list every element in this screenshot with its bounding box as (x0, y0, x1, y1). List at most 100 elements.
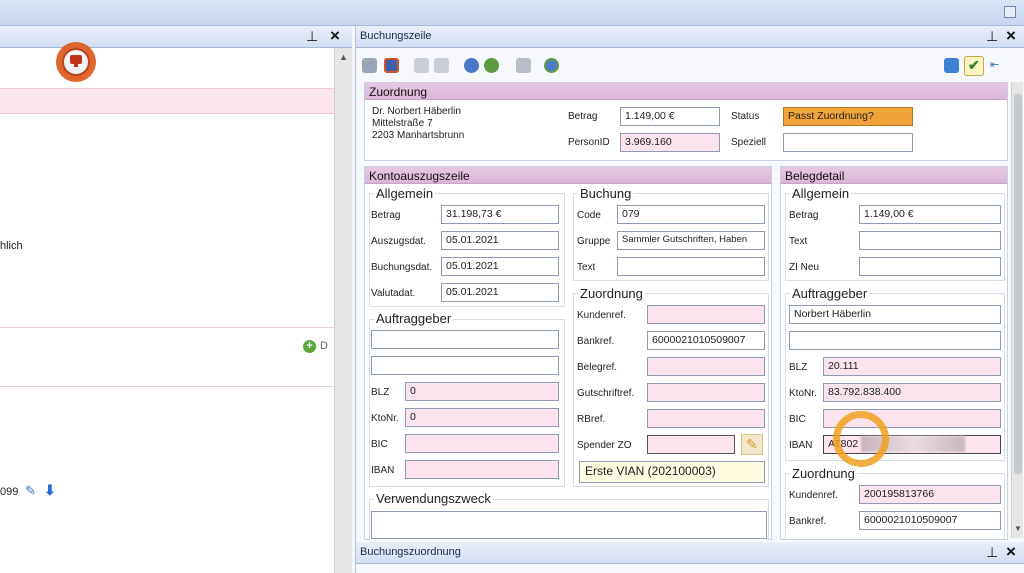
auftraggeber-line2[interactable] (371, 356, 559, 375)
restore-icon[interactable] (1004, 6, 1016, 18)
beleg-betrag-field[interactable]: 1.149,00 € (859, 205, 1001, 224)
edit-pencil-icon[interactable]: ✎ (25, 483, 36, 499)
gutschriftref-field[interactable] (647, 383, 765, 402)
status-field[interactable]: Passt Zuordnung? (783, 107, 913, 126)
code-field[interactable]: 079 (617, 205, 765, 224)
rbref-field[interactable] (647, 409, 765, 428)
save-icon[interactable] (362, 58, 377, 73)
beleg-auftraggeber-name[interactable]: Norbert Häberlin (789, 305, 1001, 324)
close-icon[interactable]: × (1006, 542, 1016, 562)
check-icon[interactable]: ✔ (964, 56, 984, 76)
field-label: Bankref. (789, 516, 827, 527)
gruppe-field[interactable]: Sammler Gutschriften, Haben (617, 231, 765, 250)
field-label: Text (789, 236, 808, 247)
detach-icon[interactable] (434, 58, 449, 73)
buchungsdat-field[interactable]: 05.01.2021 (441, 257, 559, 276)
buchungszuordnung-header: Buchungszuordnung ⊥ × (356, 542, 1024, 564)
beleg-zuordnung-title: Zuordnung (790, 466, 857, 481)
beleg-kundenref-field[interactable]: 200195813766 (859, 485, 1001, 504)
person-add-icon[interactable] (484, 58, 499, 73)
field-label: Code (577, 210, 601, 221)
save-close-icon[interactable] (384, 58, 399, 73)
buchungszeile-header: Buchungszeile ⊥ × (356, 26, 1024, 48)
konto-betrag-field[interactable]: 31.198,73 € (441, 205, 559, 224)
beleg-ktonr-field[interactable]: 83.792.838.400 (823, 383, 1001, 402)
konto-zuordnung-title: Zuordnung (578, 286, 645, 301)
bic-field[interactable] (405, 434, 559, 453)
spender-name-field[interactable]: Erste VIAN (202100003) (579, 461, 765, 483)
address-line: Dr. Norbert Häberlin (372, 106, 461, 117)
allgemein-title: Allgemein (374, 186, 436, 201)
number-fragment: 099 (0, 486, 19, 498)
speziell-field[interactable] (783, 133, 913, 152)
bic-label: BIC (789, 414, 806, 425)
valutadat-field[interactable]: 05.01.2021 (441, 283, 559, 302)
buchungszeile-panel: Buchungszeile ⊥ × ✔ ⇤ Zuordnung Dr. Norb… (355, 26, 1024, 541)
buchungszuordnung-panel: Buchungszuordnung ⊥ × (355, 540, 1024, 573)
buchung-title: Buchung (578, 186, 634, 201)
verwendungszweck-field[interactable] (371, 511, 767, 539)
field-label: Gruppe (577, 236, 611, 247)
iban-field[interactable] (405, 460, 559, 479)
refresh-icon[interactable] (944, 58, 959, 73)
scroll-up-icon[interactable]: ▲ (339, 52, 348, 62)
selected-row[interactable] (0, 88, 334, 114)
pin-icon[interactable]: ⊥ (986, 544, 998, 561)
ktonr-field[interactable]: 0 (405, 408, 559, 427)
status-label: Status (731, 111, 760, 122)
zi-neu-field[interactable] (859, 257, 1001, 276)
field-label: Kundenref. (789, 490, 838, 501)
beleg-text-field[interactable] (859, 231, 1001, 250)
add-icon[interactable]: + (303, 340, 316, 353)
betrag-label: Betrag (568, 111, 598, 122)
betrag-field[interactable]: 1.149,00 € (620, 107, 720, 126)
panel-title: Buchungszuordnung (360, 546, 461, 558)
left-text-fragment: hlich (0, 240, 23, 252)
pencil-button[interactable]: ✎ (741, 434, 763, 455)
kontoauszugszeile-box: Kontoauszugszeile Allgemein Betrag 31.19… (364, 166, 772, 541)
pin-icon[interactable]: ⊥ (306, 28, 318, 45)
beleg-blz-field[interactable]: 20.111 (823, 357, 1001, 376)
beleg-bankref-field[interactable]: 6000021010509007 (859, 511, 1001, 530)
person-icon[interactable] (464, 58, 479, 73)
auftraggeber-title: Auftraggeber (374, 311, 454, 326)
spender-zo-field[interactable] (647, 435, 735, 454)
attach-icon[interactable] (414, 58, 429, 73)
blz-field[interactable]: 0 (405, 382, 559, 401)
collapse-icon[interactable]: ⇤ (990, 58, 999, 71)
belegdetail-box: Belegdetail Allgemein Betrag 1.149,00 € … (780, 166, 1008, 540)
buchung-text-field[interactable] (617, 257, 765, 276)
print-icon[interactable] (516, 58, 531, 73)
scroll-down-icon[interactable]: ▼ (1014, 524, 1022, 533)
bankref-field[interactable]: 6000021010509007 (647, 331, 765, 350)
auszugsdat-field[interactable]: 05.01.2021 (441, 231, 559, 250)
right-scrollbar[interactable]: ▼ (1011, 82, 1023, 538)
kundenref-field[interactable] (647, 305, 765, 324)
left-panel: ⊥ × ▲ hlich + D 099 ✎ ⬇ (0, 26, 352, 573)
kontoauszugszeile-header: Kontoauszugszeile (365, 167, 771, 184)
click-highlight-ring (833, 411, 889, 467)
add-label[interactable]: D (320, 340, 328, 352)
close-icon[interactable]: × (330, 26, 340, 46)
beleg-auftraggeber-line2[interactable] (789, 331, 1001, 350)
ktonr-label: KtoNr. (789, 388, 817, 399)
field-label: RBref. (577, 414, 606, 425)
divider (0, 327, 334, 328)
pencil-icon: ✎ (746, 436, 758, 452)
beleg-auftraggeber-title: Auftraggeber (790, 286, 870, 301)
field-label: Valutadat. (371, 288, 416, 299)
pin-icon[interactable]: ⊥ (986, 28, 998, 45)
scroll-thumb[interactable] (1014, 94, 1022, 474)
ktonr-label: KtoNr. (371, 413, 399, 424)
person-search-icon[interactable] (544, 58, 559, 73)
personid-field[interactable]: 3.969.160 (620, 133, 720, 152)
panel-title: Buchungszeile (360, 30, 432, 42)
monitor-icon (70, 55, 82, 64)
auftraggeber-line1[interactable] (371, 330, 559, 349)
down-arrow-icon[interactable]: ⬇ (44, 482, 56, 499)
belegref-field[interactable] (647, 357, 765, 376)
belegdetail-header: Belegdetail (781, 167, 1007, 184)
monitor-button[interactable] (56, 42, 96, 82)
close-icon[interactable]: × (1006, 26, 1016, 46)
left-scrollbar[interactable]: ▲ (334, 48, 352, 573)
